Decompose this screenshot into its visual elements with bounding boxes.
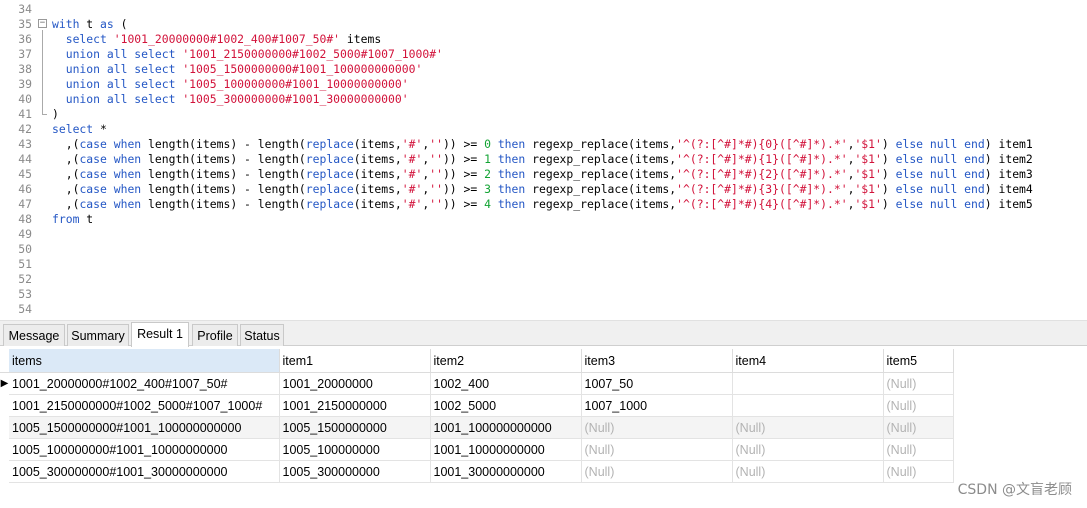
line-number: 49	[18, 227, 32, 241]
code-text: union all select '1001_2150000000#1002_5…	[65, 47, 443, 61]
row-header-corner	[0, 349, 9, 373]
result-table: items item1 item2 item3 item4 item5 ▶ 1001_200…	[0, 349, 954, 483]
fold-guide	[42, 30, 43, 114]
code-text: union all select '1005_300000000#1001_30…	[65, 92, 409, 106]
line-number: 51	[18, 257, 32, 271]
table-cell[interactable]: (Null)	[732, 416, 884, 439]
code-text: ,(case when length(items) - length(repla…	[52, 197, 1033, 211]
table-cell[interactable]: 1005_1500000000#1001_100000000000	[9, 416, 280, 439]
line-number: 46	[18, 182, 32, 196]
tab-status[interactable]: Status	[240, 324, 284, 346]
line-number: 44	[18, 152, 32, 166]
sql-editor[interactable]: 34 35− with t as ( 36 select '1001_20000000…	[0, 0, 1087, 319]
table-cell[interactable]: (Null)	[581, 416, 733, 439]
row-marker[interactable]: ▶	[0, 372, 9, 395]
code-text: select '1001_20000000#1002_400#1007_50#'…	[65, 32, 382, 46]
line-number: 40	[18, 92, 32, 106]
line-number: 38	[18, 62, 32, 76]
table-row[interactable]: ▶ 1001_20000000#1002_400#1007_50# 1001_200…	[0, 372, 954, 395]
table-cell[interactable]	[732, 372, 884, 395]
line-number: 37	[18, 47, 32, 61]
line-number: 52	[18, 272, 32, 286]
table-cell[interactable]: 1001_2150000000#1002_5000#1007_1000#	[9, 394, 280, 417]
table-cell[interactable]: 1001_10000000000	[430, 438, 582, 461]
fold-guide-end	[42, 114, 47, 115]
table-cell[interactable]: 1005_300000000	[279, 460, 431, 483]
row-marker[interactable]	[0, 394, 9, 417]
table-cell[interactable]: 1005_100000000	[279, 438, 431, 461]
tab-message[interactable]: Message	[3, 324, 65, 346]
result-tabs-bar: Message Summary Result 1 Profile Status	[0, 320, 1087, 347]
table-cell[interactable]: 1001_20000000#1002_400#1007_50#	[9, 372, 280, 395]
table-cell[interactable]: (Null)	[732, 460, 884, 483]
table-cell[interactable]: (Null)	[883, 372, 954, 395]
table-cell[interactable]: 1005_100000000#1001_10000000000	[9, 438, 280, 461]
code-text: select *	[52, 122, 107, 136]
line-number: 54	[18, 302, 32, 316]
table-cell[interactable]: 1005_1500000000	[279, 416, 431, 439]
result-grid[interactable]: items item1 item2 item3 item4 item5 ▶ 1001_200…	[0, 349, 954, 483]
watermark: CSDN @文盲老顾	[957, 482, 1072, 498]
table-cell[interactable]: (Null)	[883, 438, 954, 461]
table-row[interactable]: 1005_300000000#1001_30000000000 1005_3000…	[0, 460, 954, 483]
line-number: 50	[18, 242, 32, 256]
line-number: 41	[18, 107, 32, 121]
line-number: 45	[18, 167, 32, 181]
table-cell[interactable]: (Null)	[883, 460, 954, 483]
table-cell[interactable]: 1001_30000000000	[430, 460, 582, 483]
table-cell[interactable]: 1002_5000	[430, 394, 582, 417]
code-text: ,(case when length(items) - length(repla…	[52, 182, 1033, 196]
table-row[interactable]: 1001_2150000000#1002_5000#1007_1000# 1001…	[0, 394, 954, 417]
line-number: 53	[18, 287, 32, 301]
code-text: union all select '1005_100000000#1001_10…	[65, 77, 409, 91]
code-text: union all select '1005_1500000000#1001_1…	[65, 62, 423, 76]
tab-result-1[interactable]: Result 1	[131, 322, 189, 347]
table-cell[interactable]: 1001_100000000000	[430, 416, 582, 439]
table-cell[interactable]: (Null)	[883, 416, 954, 439]
line-number: 48	[18, 212, 32, 226]
line-number: 36	[18, 32, 32, 46]
table-cell[interactable]: (Null)	[883, 394, 954, 417]
line-number: 47	[18, 197, 32, 211]
code-text: ,(case when length(items) - length(repla…	[52, 152, 1033, 166]
column-header-items[interactable]: items	[9, 349, 280, 373]
code-text: ,(case when length(items) - length(repla…	[52, 137, 1033, 151]
row-marker[interactable]	[0, 460, 9, 483]
table-cell[interactable]	[732, 394, 884, 417]
table-cell[interactable]: 1002_400	[430, 372, 582, 395]
column-header-item3[interactable]: item3	[581, 349, 733, 373]
line-number: 35	[18, 17, 32, 31]
code-text: with t as (	[52, 17, 128, 31]
table-cell[interactable]: 1001_20000000	[279, 372, 431, 395]
tab-profile[interactable]: Profile	[192, 324, 238, 346]
line-number: 43	[18, 137, 32, 151]
table-cell[interactable]: 1007_1000	[581, 394, 733, 417]
line-number: 39	[18, 77, 32, 91]
code-text: from t	[52, 212, 94, 226]
row-marker[interactable]	[0, 438, 9, 461]
column-header-item1[interactable]: item1	[279, 349, 431, 373]
code-text: )	[52, 107, 59, 121]
fold-toggle-icon[interactable]: −	[38, 19, 47, 28]
tab-summary[interactable]: Summary	[67, 324, 129, 346]
table-cell[interactable]: 1005_300000000#1001_30000000000	[9, 460, 280, 483]
column-header-item5[interactable]: item5	[883, 349, 954, 373]
column-header-item4[interactable]: item4	[732, 349, 884, 373]
table-row[interactable]: 1005_100000000#1001_10000000000 1005_1000…	[0, 438, 954, 461]
column-header-item2[interactable]: item2	[430, 349, 582, 373]
table-cell[interactable]: 1007_50	[581, 372, 733, 395]
row-marker[interactable]	[0, 416, 9, 439]
code-text: ,(case when length(items) - length(repla…	[52, 167, 1033, 181]
line-number: 42	[18, 122, 32, 136]
table-cell[interactable]: (Null)	[732, 438, 884, 461]
table-cell[interactable]: 1001_2150000000	[279, 394, 431, 417]
line-number: 34	[18, 2, 32, 16]
table-cell[interactable]: (Null)	[581, 460, 733, 483]
table-row[interactable]: 1005_1500000000#1001_100000000000 1005_15…	[0, 416, 954, 439]
table-cell[interactable]: (Null)	[581, 438, 733, 461]
